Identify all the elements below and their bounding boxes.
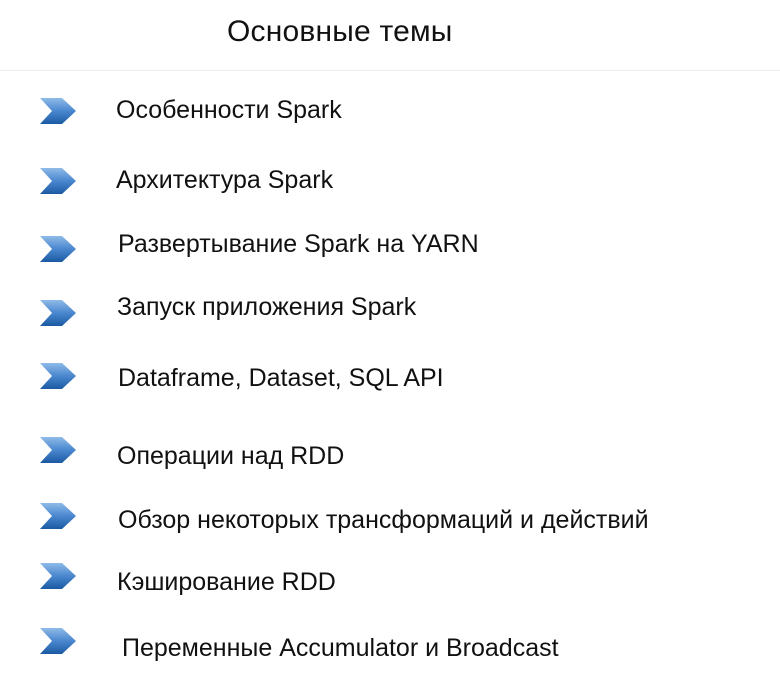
- chevron-right-icon: [40, 503, 76, 529]
- list-item: Особенности Spark: [0, 90, 780, 130]
- chevron-right-icon: [40, 437, 76, 463]
- list-item: Архитектура Spark: [0, 160, 780, 200]
- chevron-right-icon: [40, 300, 76, 326]
- chevron-right-icon: [40, 628, 76, 654]
- list-item: Запуск приложения Spark: [0, 287, 780, 327]
- chevron-right-icon: [40, 168, 76, 194]
- list-item: Dataframe, Dataset, SQL API: [0, 358, 780, 398]
- list-item-label: Запуск приложения Spark: [117, 293, 417, 321]
- list-item-label: Особенности Spark: [116, 96, 342, 124]
- chevron-right-icon: [40, 236, 76, 262]
- topics-list: Особенности Spark Архитектура Spark Разв…: [0, 0, 780, 695]
- list-item: Обзор некоторых трансформаций и действий: [0, 500, 780, 540]
- list-item-label: Архитектура Spark: [116, 166, 334, 194]
- list-item-label: Переменные Accumulator и Broadcast: [122, 634, 559, 662]
- list-item-label: Операции над RDD: [117, 442, 345, 470]
- list-item-label: Обзор некоторых трансформаций и действий: [118, 506, 649, 534]
- chevron-right-icon: [40, 98, 76, 124]
- list-item: Кэширование RDD: [0, 562, 780, 602]
- list-item: Операции над RDD: [0, 436, 780, 476]
- list-item-label: Dataframe, Dataset, SQL API: [118, 364, 444, 392]
- chevron-right-icon: [40, 563, 76, 589]
- list-item: Развертывание Spark на YARN: [0, 224, 780, 264]
- chevron-right-icon: [40, 363, 76, 389]
- list-item-label: Кэширование RDD: [117, 568, 336, 596]
- list-item: Переменные Accumulator и Broadcast: [0, 628, 780, 668]
- list-item-label: Развертывание Spark на YARN: [118, 230, 479, 258]
